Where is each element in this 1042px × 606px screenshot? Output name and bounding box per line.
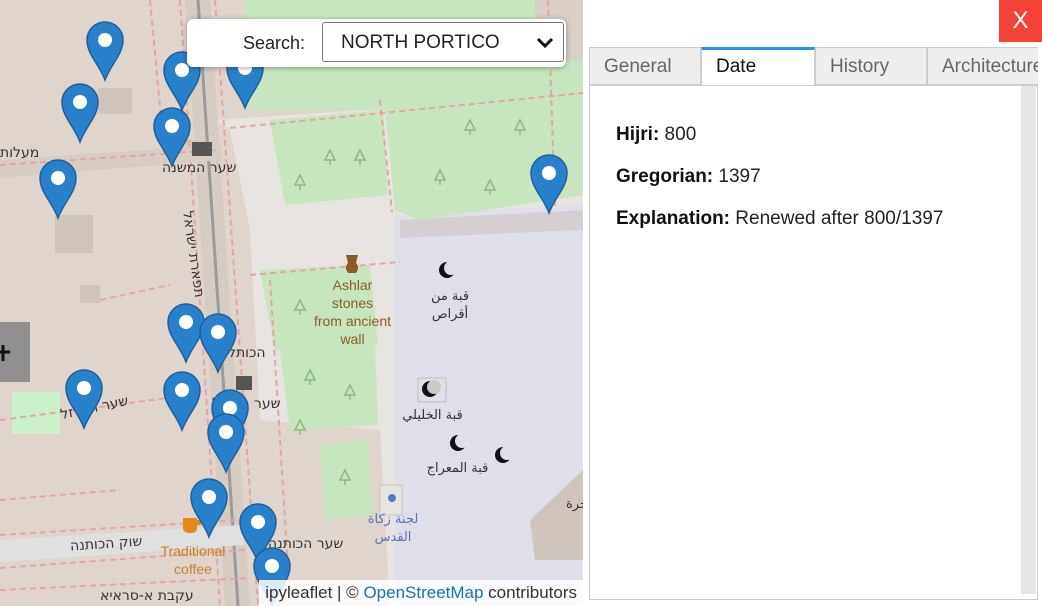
- map-marker-icon[interactable]: [85, 20, 125, 82]
- map-marker-icon[interactable]: [162, 370, 202, 432]
- poi-ashlar-stones: Ashlar stones from ancient wall: [313, 277, 392, 347]
- explanation-label: Explanation:: [616, 208, 731, 229]
- map-marker-icon[interactable]: [529, 153, 569, 215]
- map-marker-icon[interactable]: [60, 82, 100, 144]
- map-label-maalot: מעלות: [0, 145, 40, 161]
- map-label-zakat: لجنة زكاة القدس: [367, 512, 419, 545]
- attribution-prefix: ipyleaflet | ©: [265, 583, 364, 602]
- map-marker-icon[interactable]: [64, 368, 104, 430]
- map-label-miraj: قبة المعراج: [426, 461, 489, 476]
- attribution-suffix: contributors: [483, 583, 577, 602]
- hijri-value: 800: [659, 124, 697, 145]
- explanation-field: Explanation: Renewed after 800/1397: [616, 208, 943, 230]
- map-label-sakhra: الصخرة: [566, 497, 583, 512]
- tab-bar: General Date History Architecture: [589, 47, 1038, 86]
- close-button[interactable]: X: [999, 0, 1042, 42]
- osm-link[interactable]: OpenStreetMap: [363, 583, 483, 602]
- map-label-qubba-aqras: قبة من أقراص: [430, 289, 470, 322]
- map-marker-icon[interactable]: [206, 412, 246, 474]
- tab-date[interactable]: Date: [701, 47, 815, 86]
- content-scrollbar[interactable]: [1021, 86, 1036, 594]
- gregorian-label: Gregorian:: [616, 166, 714, 187]
- explanation-value: Renewed after 800/1397: [730, 208, 944, 229]
- search-dropdown[interactable]: NORTH PORTICO: [322, 22, 564, 62]
- map-marker-icon[interactable]: [38, 158, 78, 220]
- tab-history[interactable]: History: [815, 47, 927, 85]
- map-view[interactable]: מעלות שער המשנה תפארת ישראל הכותל שער הכ…: [0, 0, 583, 606]
- search-selected-value: NORTH PORTICO: [341, 32, 500, 53]
- map-label-khalili: قبة الخليلي: [402, 408, 463, 423]
- hijri-field: Hijri: 800: [616, 124, 696, 146]
- tab-general[interactable]: General: [589, 47, 701, 85]
- tab-architecture[interactable]: Architecture: [927, 47, 1038, 85]
- gregorian-value: 1397: [713, 166, 761, 187]
- hijri-label: Hijri:: [616, 124, 660, 145]
- map-marker-icon[interactable]: [198, 312, 238, 374]
- search-control: Search: NORTH PORTICO: [187, 19, 566, 67]
- tab-content: Hijri: 800 Gregorian: 1397 Explanation: …: [589, 85, 1038, 600]
- gregorian-field: Gregorian: 1397: [616, 166, 761, 188]
- map-label-akavat: עקבת א-סראיא: [100, 588, 194, 604]
- map-marker-icon[interactable]: [152, 106, 192, 168]
- chevron-down-icon: [536, 37, 554, 49]
- poi-traditional-coffee: Traditional coffee: [160, 543, 226, 577]
- map-marker-icon[interactable]: [189, 477, 229, 539]
- search-label: Search:: [243, 33, 306, 53]
- detail-panel: X General Date History Architecture Hijr…: [583, 0, 1042, 606]
- map-attribution: ipyleaflet | © OpenStreetMap contributor…: [259, 580, 583, 606]
